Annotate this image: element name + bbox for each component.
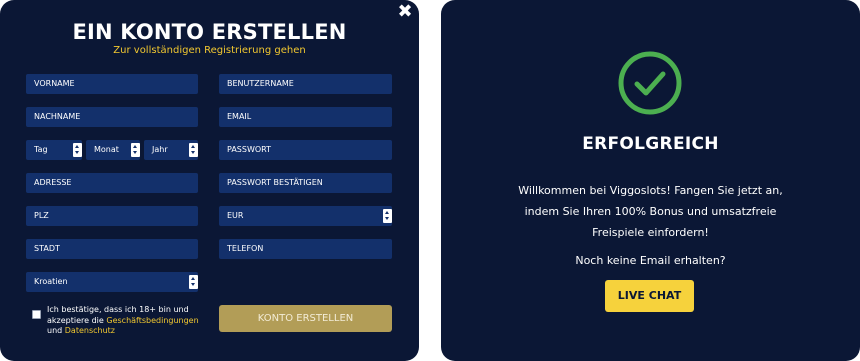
jahr-select[interactable]: Jahr	[144, 140, 198, 160]
success-modal: ERFOLGREICH Willkommen bei Viggoslots! F…	[441, 0, 860, 361]
success-title: ERFOLGREICH	[582, 134, 719, 154]
country-select-label: Kroatien	[34, 277, 68, 286]
select-arrows-icon	[189, 143, 198, 157]
country-select[interactable]: Kroatien	[26, 272, 198, 292]
email-field[interactable]: EMAIL	[219, 107, 392, 127]
monat-select-label: Monat	[94, 145, 119, 154]
age-consent-checkbox[interactable]	[32, 310, 41, 319]
adresse-field[interactable]: ADRESSE	[26, 173, 198, 193]
terms-link[interactable]: Geschäftsbedingungen	[106, 316, 198, 325]
select-arrows-icon	[383, 209, 392, 223]
select-arrows-icon	[73, 143, 82, 157]
passwort-field[interactable]: PASSWORT	[219, 140, 392, 160]
tag-select[interactable]: Tag	[26, 140, 82, 160]
consent-and: und	[47, 326, 63, 335]
stage: ✖ EIN KONTO ERSTELLEN Zur vollständigen …	[0, 0, 860, 361]
tag-select-label: Tag	[34, 145, 48, 154]
no-email-text: Noch keine Email erhalten?	[575, 254, 726, 267]
passwort-bestaetigen-field[interactable]: PASSWORT BESTÄTIGEN	[219, 173, 392, 193]
select-arrows-icon	[189, 275, 198, 289]
telefon-field[interactable]: TELEFON	[219, 239, 392, 259]
jahr-select-label: Jahr	[152, 145, 168, 154]
registration-title: EIN KONTO ERSTELLEN	[72, 20, 347, 44]
registration-subtitle: Zur vollständigen Registrierung gehen	[113, 45, 306, 56]
vorname-field[interactable]: VORNAME	[26, 74, 198, 94]
plz-field[interactable]: PLZ	[26, 206, 198, 226]
currency-select-label: EUR	[227, 211, 244, 220]
registration-modal: ✖ EIN KONTO ERSTELLEN Zur vollständigen …	[0, 0, 419, 361]
benutzername-field[interactable]: BENUTZERNAME	[219, 74, 392, 94]
create-account-button[interactable]: KONTO ERSTELLEN	[219, 305, 392, 332]
monat-select[interactable]: Monat	[86, 140, 140, 160]
select-arrows-icon	[131, 143, 140, 157]
check-circle-icon	[618, 51, 682, 115]
stadt-field[interactable]: STADT	[26, 239, 198, 259]
currency-select[interactable]: EUR	[219, 206, 392, 226]
success-message: Willkommen bei Viggoslots! Fangen Sie je…	[518, 184, 783, 239]
nachname-field[interactable]: NACHNAME	[26, 107, 198, 127]
live-chat-button[interactable]: LIVE CHAT	[605, 280, 694, 312]
privacy-link[interactable]: Datenschutz	[65, 326, 115, 335]
close-icon[interactable]: ✖	[396, 3, 414, 21]
consent-text: Ich bestätige, dass ich 18+ bin und akze…	[47, 305, 207, 337]
